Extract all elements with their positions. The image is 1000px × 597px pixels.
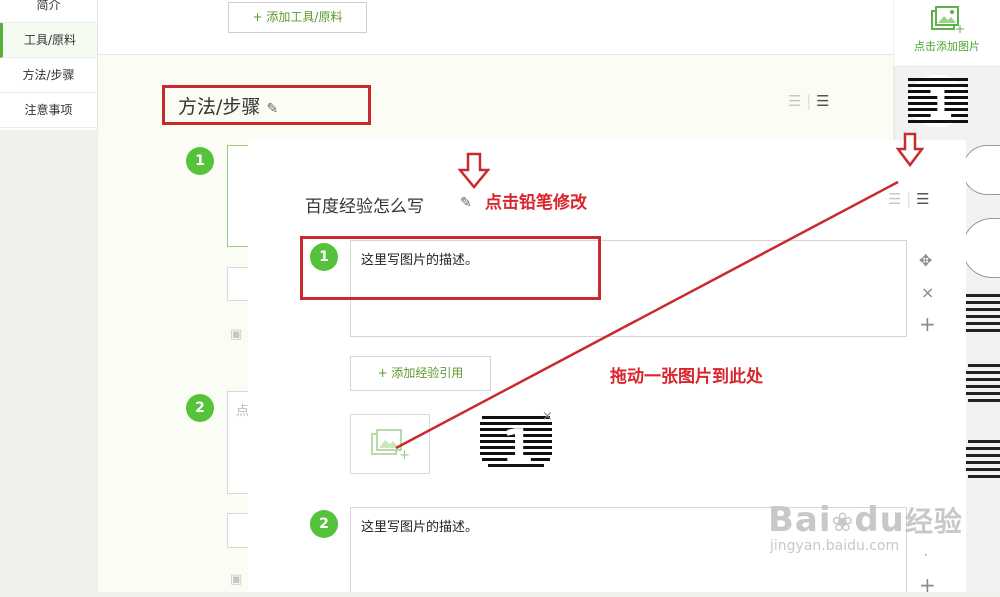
add-image-icon: + bbox=[931, 6, 965, 35]
watermark-brand: Bai bbox=[768, 500, 832, 540]
paw-icon: ❀ bbox=[831, 508, 855, 538]
step-number-badge: 1 bbox=[186, 147, 214, 175]
step-description-text: 这里写图片的描述。 bbox=[361, 520, 479, 535]
move-icon[interactable]: ✥ bbox=[919, 251, 932, 270]
pencil-icon[interactable]: ✎ bbox=[266, 101, 278, 117]
image-icon[interactable]: ▣ bbox=[230, 572, 242, 587]
watermark-url: jingyan.baidu.com bbox=[770, 538, 900, 554]
ordered-list-icon[interactable]: ☰ bbox=[788, 92, 801, 110]
nav-item-tools[interactable]: 工具/原料 bbox=[0, 23, 97, 58]
add-step-icon[interactable]: + bbox=[919, 573, 936, 597]
add-step-icon[interactable]: + bbox=[919, 312, 936, 336]
annotation-line bbox=[395, 180, 899, 450]
thumbnail-image[interactable]: 1 bbox=[904, 74, 972, 128]
section-title: 方法/步骤 ✎ bbox=[178, 92, 278, 119]
left-nav: 简介 工具/原料 方法/步骤 注意事项 bbox=[0, 0, 98, 130]
close-icon[interactable]: × bbox=[921, 283, 934, 302]
unordered-list-icon[interactable]: ☰ bbox=[816, 92, 829, 110]
thumbnail-image[interactable] bbox=[962, 290, 1000, 490]
watermark-cn: 经验 bbox=[904, 505, 963, 538]
add-tool-button[interactable]: + 添加工具/原料 bbox=[228, 2, 367, 33]
watermark-brand-2: du bbox=[854, 500, 905, 540]
step-number-badge: 2 bbox=[186, 394, 214, 422]
image-icon[interactable]: ▣ bbox=[230, 327, 242, 342]
list-order-icons[interactable]: ☰ | ☰ bbox=[788, 92, 830, 110]
add-image-panel[interactable]: + bbox=[894, 0, 1000, 67]
svg-text:1: 1 bbox=[926, 82, 954, 128]
tools-section bbox=[98, 0, 893, 55]
step-number-badge: 2 bbox=[310, 510, 338, 538]
baidu-watermark: Bai❀du经验 jingyan.baidu.com bbox=[768, 500, 963, 554]
add-image-label[interactable]: 点击添加图片 bbox=[902, 38, 992, 54]
nav-item-notes[interactable]: 注意事项 bbox=[0, 93, 97, 128]
nav-item-steps[interactable]: 方法/步骤 bbox=[0, 58, 97, 93]
nav-item-intro[interactable]: 简介 bbox=[0, 0, 97, 23]
arrow-down-icon bbox=[896, 132, 924, 168]
section-title-text: 方法/步骤 bbox=[178, 96, 261, 118]
svg-text:+: + bbox=[955, 22, 965, 35]
unordered-list-icon[interactable]: ☰ bbox=[916, 190, 929, 208]
